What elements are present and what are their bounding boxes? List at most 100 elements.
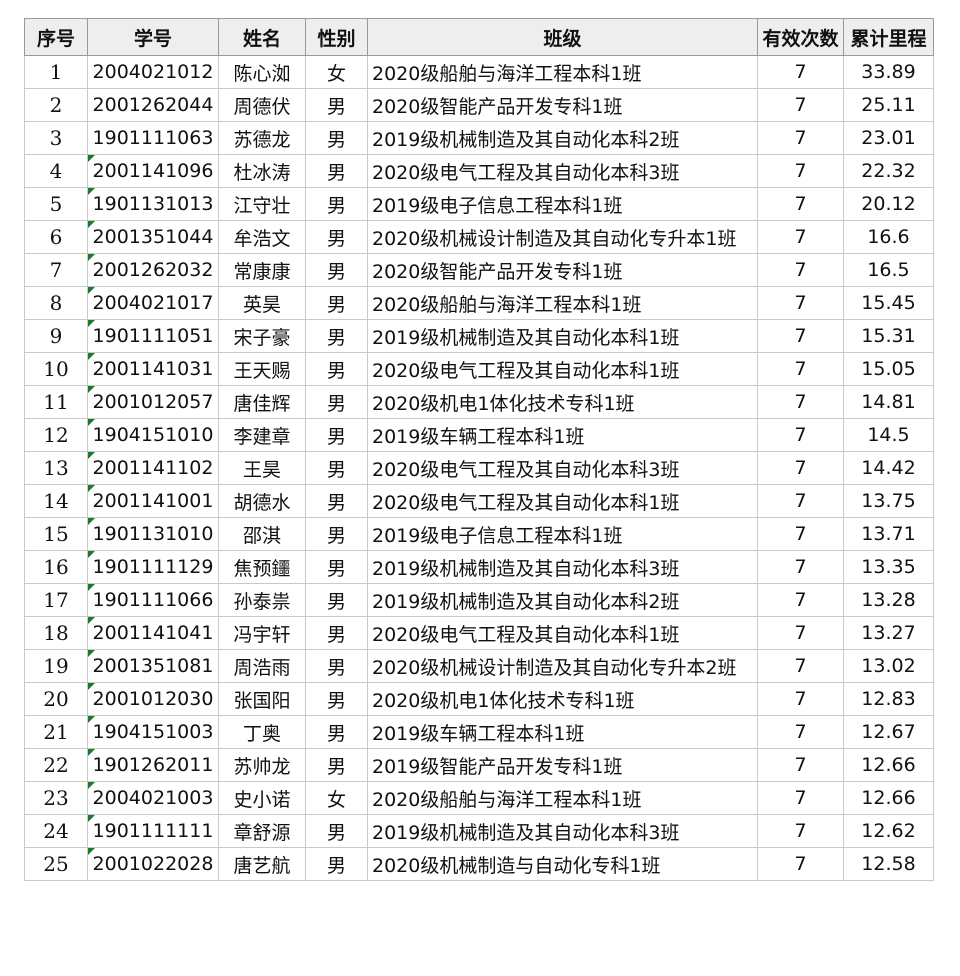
- cell-gender[interactable]: 男: [305, 253, 368, 287]
- cell-mileage[interactable]: 16.5: [843, 253, 934, 287]
- cell-gender[interactable]: 男: [305, 319, 368, 353]
- cell-student-id[interactable]: 2001141102: [87, 451, 219, 485]
- cell-name[interactable]: 王天赐: [218, 352, 306, 386]
- cell-class[interactable]: 2019级机械制造及其自动化本科3班: [367, 550, 758, 584]
- cell-student-id[interactable]: 2001012030: [87, 682, 219, 716]
- cell-mileage[interactable]: 20.12: [843, 187, 934, 221]
- cell-name[interactable]: 唐艺航: [218, 847, 306, 881]
- cell-mileage[interactable]: 13.35: [843, 550, 934, 584]
- cell-name[interactable]: 史小诺: [218, 781, 306, 815]
- cell-class[interactable]: 2020级机电1体化技术专科1班: [367, 682, 758, 716]
- cell-student-id[interactable]: 2001141031: [87, 352, 219, 386]
- cell-count[interactable]: 7: [757, 121, 844, 155]
- cell-count[interactable]: 7: [757, 88, 844, 122]
- cell-name[interactable]: 张国阳: [218, 682, 306, 716]
- cell-name[interactable]: 李建章: [218, 418, 306, 452]
- cell-class[interactable]: 2020级机械制造与自动化专科1班: [367, 847, 758, 881]
- cell-name[interactable]: 周浩雨: [218, 649, 306, 683]
- cell-count[interactable]: 7: [757, 517, 844, 551]
- cell-mileage[interactable]: 13.71: [843, 517, 934, 551]
- cell-name[interactable]: 苏德龙: [218, 121, 306, 155]
- cell-student-id[interactable]: 2001262044: [87, 88, 219, 122]
- header-cell-name[interactable]: 姓名: [218, 18, 306, 56]
- cell-count[interactable]: 7: [757, 847, 844, 881]
- cell-count[interactable]: 7: [757, 319, 844, 353]
- cell-gender[interactable]: 男: [305, 484, 368, 518]
- cell-no[interactable]: 7: [24, 253, 88, 287]
- cell-count[interactable]: 7: [757, 649, 844, 683]
- cell-mileage[interactable]: 23.01: [843, 121, 934, 155]
- cell-no[interactable]: 3: [24, 121, 88, 155]
- cell-student-id[interactable]: 2004021003: [87, 781, 219, 815]
- cell-student-id[interactable]: 2001351044: [87, 220, 219, 254]
- cell-count[interactable]: 7: [757, 781, 844, 815]
- cell-student-id[interactable]: 1904151003: [87, 715, 219, 749]
- cell-name[interactable]: 胡德水: [218, 484, 306, 518]
- cell-class[interactable]: 2020级智能产品开发专科1班: [367, 253, 758, 287]
- cell-gender[interactable]: 男: [305, 352, 368, 386]
- cell-class[interactable]: 2020级电气工程及其自动化本科1班: [367, 484, 758, 518]
- cell-no[interactable]: 10: [24, 352, 88, 386]
- cell-gender[interactable]: 男: [305, 649, 368, 683]
- cell-name[interactable]: 章舒源: [218, 814, 306, 848]
- header-cell-count[interactable]: 有效次数: [757, 18, 844, 56]
- cell-count[interactable]: 7: [757, 253, 844, 287]
- cell-student-id[interactable]: 2001262032: [87, 253, 219, 287]
- cell-class[interactable]: 2020级电气工程及其自动化本科1班: [367, 352, 758, 386]
- cell-no[interactable]: 9: [24, 319, 88, 353]
- cell-name[interactable]: 江守壮: [218, 187, 306, 221]
- cell-student-id[interactable]: 2001141001: [87, 484, 219, 518]
- cell-mileage[interactable]: 33.89: [843, 55, 934, 89]
- cell-class[interactable]: 2020级船舶与海洋工程本科1班: [367, 286, 758, 320]
- cell-count[interactable]: 7: [757, 715, 844, 749]
- cell-name[interactable]: 冯宇轩: [218, 616, 306, 650]
- cell-no[interactable]: 11: [24, 385, 88, 419]
- cell-mileage[interactable]: 25.11: [843, 88, 934, 122]
- cell-no[interactable]: 20: [24, 682, 88, 716]
- cell-mileage[interactable]: 14.5: [843, 418, 934, 452]
- cell-mileage[interactable]: 16.6: [843, 220, 934, 254]
- cell-name[interactable]: 杜冰涛: [218, 154, 306, 188]
- header-cell-no[interactable]: 序号: [24, 18, 88, 56]
- cell-gender[interactable]: 男: [305, 385, 368, 419]
- cell-mileage[interactable]: 13.02: [843, 649, 934, 683]
- cell-no[interactable]: 19: [24, 649, 88, 683]
- cell-gender[interactable]: 男: [305, 814, 368, 848]
- cell-name[interactable]: 陈心洳: [218, 55, 306, 89]
- cell-count[interactable]: 7: [757, 220, 844, 254]
- cell-class[interactable]: 2019级机械制造及其自动化本科2班: [367, 121, 758, 155]
- cell-mileage[interactable]: 14.81: [843, 385, 934, 419]
- cell-class[interactable]: 2020级电气工程及其自动化本科1班: [367, 616, 758, 650]
- cell-class[interactable]: 2019级智能产品开发专科1班: [367, 748, 758, 782]
- cell-name[interactable]: 丁奥: [218, 715, 306, 749]
- cell-count[interactable]: 7: [757, 484, 844, 518]
- cell-no[interactable]: 4: [24, 154, 88, 188]
- cell-gender[interactable]: 男: [305, 583, 368, 617]
- cell-no[interactable]: 18: [24, 616, 88, 650]
- cell-name[interactable]: 常康康: [218, 253, 306, 287]
- cell-gender[interactable]: 男: [305, 517, 368, 551]
- cell-mileage[interactable]: 13.75: [843, 484, 934, 518]
- cell-student-id[interactable]: 1901131013: [87, 187, 219, 221]
- cell-mileage[interactable]: 22.32: [843, 154, 934, 188]
- cell-name[interactable]: 英昊: [218, 286, 306, 320]
- cell-name[interactable]: 焦预鑩: [218, 550, 306, 584]
- cell-student-id[interactable]: 1901111063: [87, 121, 219, 155]
- cell-count[interactable]: 7: [757, 583, 844, 617]
- cell-class[interactable]: 2020级船舶与海洋工程本科1班: [367, 55, 758, 89]
- cell-class[interactable]: 2019级车辆工程本科1班: [367, 418, 758, 452]
- cell-mileage[interactable]: 12.66: [843, 748, 934, 782]
- cell-student-id[interactable]: 2001351081: [87, 649, 219, 683]
- cell-class[interactable]: 2019级机械制造及其自动化本科2班: [367, 583, 758, 617]
- cell-student-id[interactable]: 1901262011: [87, 748, 219, 782]
- cell-count[interactable]: 7: [757, 385, 844, 419]
- cell-no[interactable]: 1: [24, 55, 88, 89]
- cell-class[interactable]: 2020级电气工程及其自动化本科3班: [367, 154, 758, 188]
- cell-student-id[interactable]: 1904151010: [87, 418, 219, 452]
- cell-no[interactable]: 8: [24, 286, 88, 320]
- cell-name[interactable]: 周德伏: [218, 88, 306, 122]
- cell-no[interactable]: 5: [24, 187, 88, 221]
- cell-gender[interactable]: 男: [305, 418, 368, 452]
- cell-class[interactable]: 2020级智能产品开发专科1班: [367, 88, 758, 122]
- cell-mileage[interactable]: 13.27: [843, 616, 934, 650]
